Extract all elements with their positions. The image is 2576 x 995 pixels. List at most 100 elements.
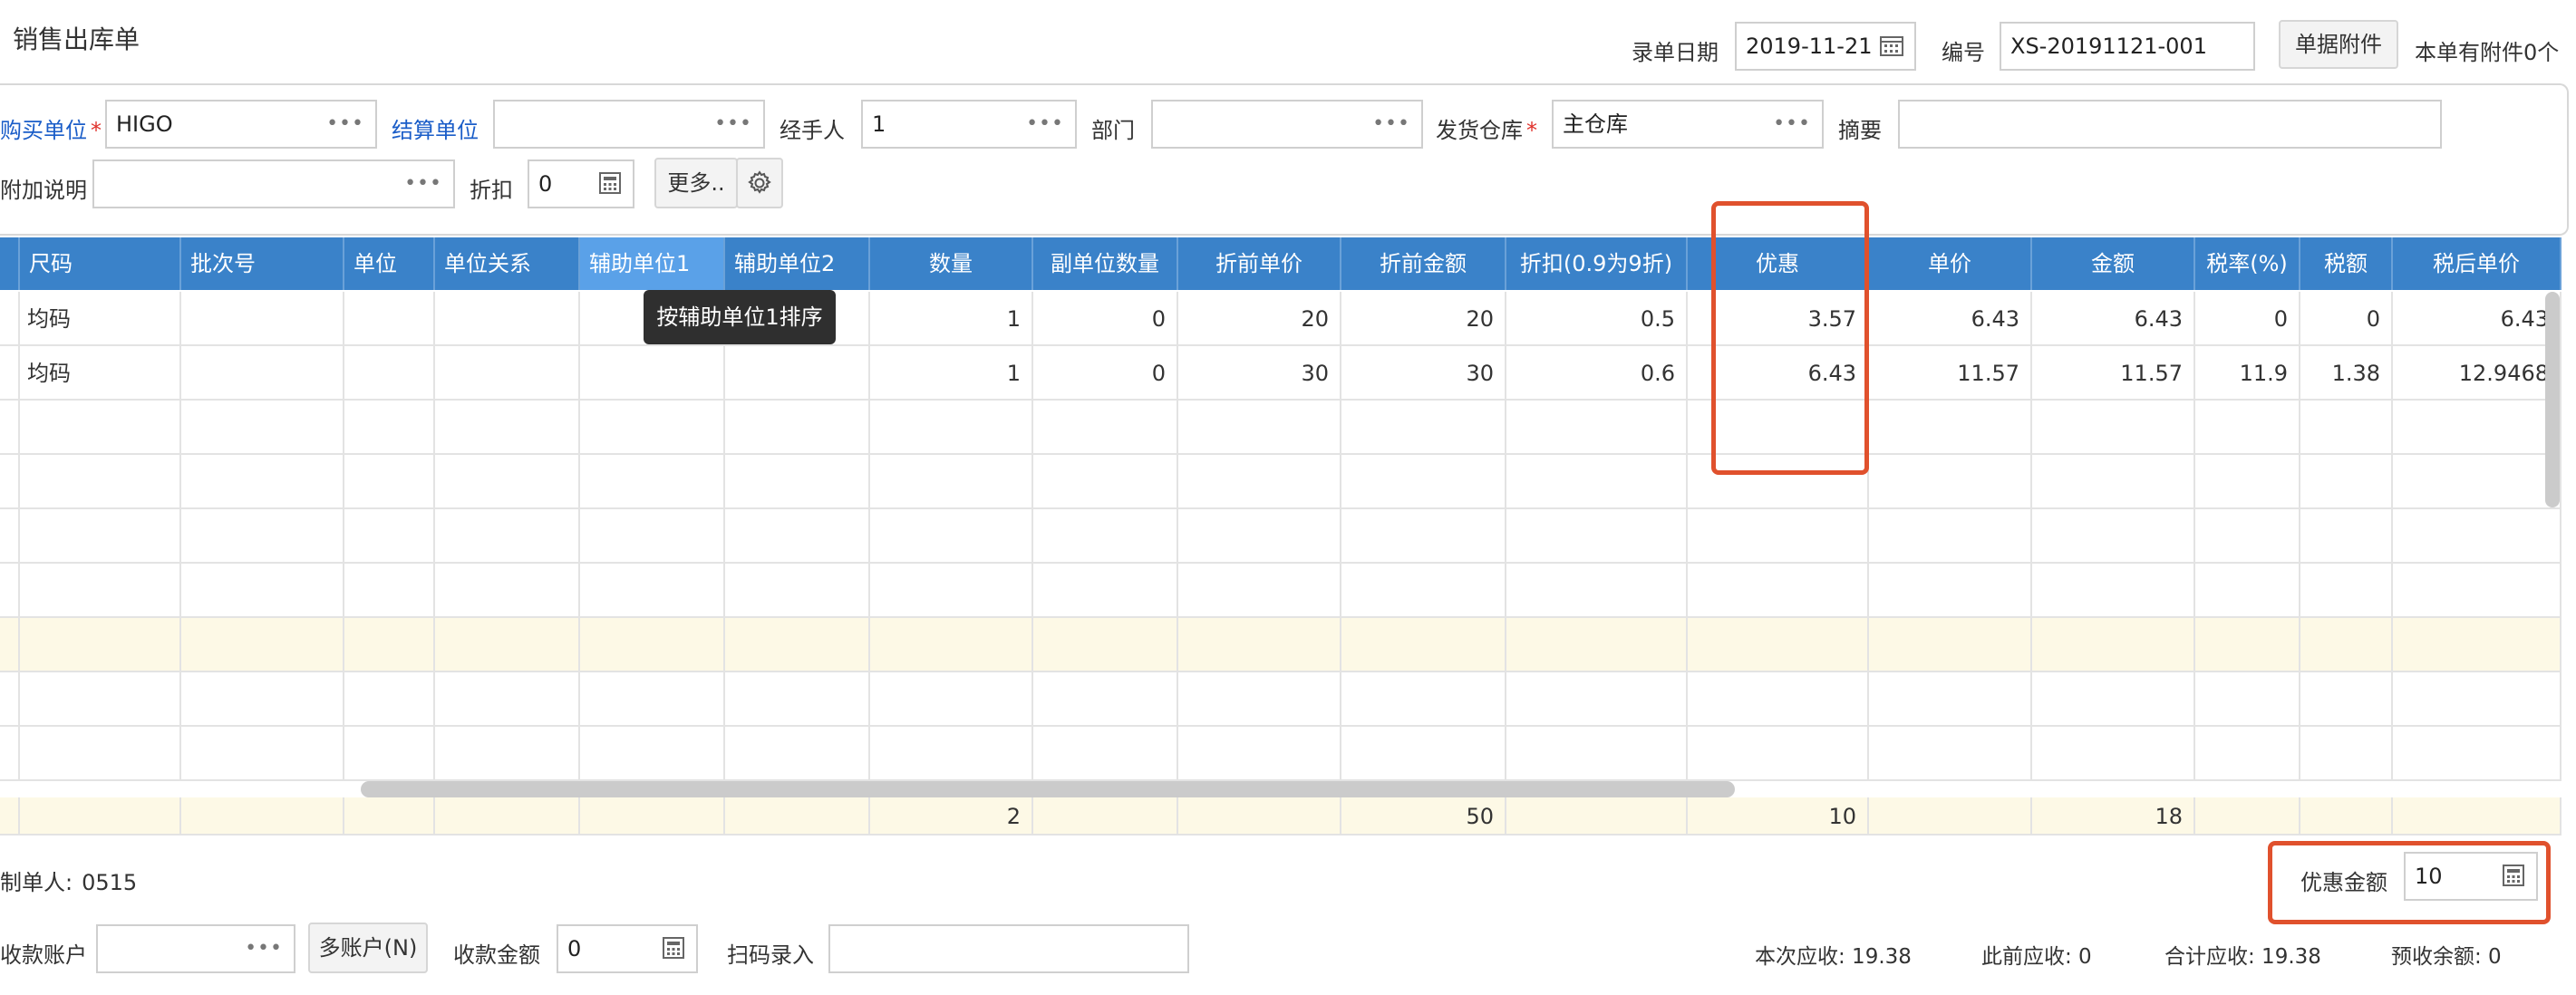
table-cell[interactable]	[181, 292, 344, 346]
table-cell[interactable]: 1	[870, 292, 1033, 346]
table-cell[interactable]: 11.9	[2195, 346, 2300, 401]
empty-cell[interactable]	[344, 455, 435, 509]
empty-cell[interactable]	[20, 727, 181, 781]
empty-cell[interactable]	[435, 455, 580, 509]
table-cell[interactable]: 20	[1341, 292, 1506, 346]
calculator-icon[interactable]	[662, 937, 685, 959]
empty-cell[interactable]	[1178, 672, 1341, 727]
column-header[interactable]: 辅助单位2	[725, 237, 870, 290]
empty-cell[interactable]	[580, 401, 725, 455]
empty-cell[interactable]	[1869, 564, 2032, 618]
table-cell[interactable]: 0	[1033, 346, 1178, 401]
column-header[interactable]: 副单位数量	[1033, 237, 1178, 290]
more-dots-icon[interactable]: •••	[404, 161, 442, 207]
more-dots-icon[interactable]: •••	[714, 101, 752, 147]
empty-cell[interactable]	[2195, 455, 2300, 509]
account-field[interactable]: •••	[96, 924, 295, 973]
empty-cell[interactable]	[181, 401, 344, 455]
empty-cell[interactable]	[725, 509, 870, 564]
empty-cell[interactable]	[1341, 564, 1506, 618]
table-cell[interactable]: 12.9468	[2393, 346, 2561, 401]
empty-cell[interactable]	[2032, 401, 2195, 455]
empty-cell[interactable]	[2393, 564, 2561, 618]
table-cell[interactable]: 1	[870, 346, 1033, 401]
more-dots-icon[interactable]: •••	[1026, 101, 1064, 147]
empty-cell[interactable]	[1341, 727, 1506, 781]
table-cell[interactable]	[580, 346, 725, 401]
empty-cell[interactable]	[20, 509, 181, 564]
empty-cell[interactable]	[1506, 509, 1688, 564]
empty-cell[interactable]	[1033, 401, 1178, 455]
empty-cell[interactable]	[2195, 509, 2300, 564]
empty-cell[interactable]	[2393, 509, 2561, 564]
empty-cell[interactable]	[1178, 455, 1341, 509]
receive-amount-field[interactable]: 0	[557, 924, 698, 973]
empty-cell[interactable]	[870, 618, 1033, 672]
empty-cell[interactable]	[2195, 401, 2300, 455]
column-header[interactable]: 单价	[1869, 237, 2032, 290]
empty-cell[interactable]	[2195, 672, 2300, 727]
empty-cell[interactable]	[1506, 455, 1688, 509]
settle-field[interactable]: •••	[493, 100, 765, 149]
more-dots-icon[interactable]: •••	[1773, 101, 1811, 147]
empty-cell[interactable]	[2300, 455, 2393, 509]
horizontal-scrollbar[interactable]	[361, 781, 1735, 797]
warehouse-field[interactable]: 主仓库 •••	[1552, 100, 1824, 149]
empty-cell[interactable]	[1688, 727, 1869, 781]
empty-cell[interactable]	[870, 564, 1033, 618]
empty-cell[interactable]	[2393, 618, 2561, 672]
empty-cell[interactable]	[725, 564, 870, 618]
empty-cell[interactable]	[2300, 672, 2393, 727]
empty-cell[interactable]	[2195, 564, 2300, 618]
calculator-icon[interactable]	[2502, 865, 2525, 886]
empty-cell[interactable]	[1506, 727, 1688, 781]
settings-button[interactable]	[736, 158, 783, 208]
table-cell[interactable]: 1.38	[2300, 346, 2393, 401]
vertical-scrollbar[interactable]	[2545, 292, 2560, 507]
empty-cell[interactable]	[1341, 618, 1506, 672]
table-cell[interactable]	[344, 346, 435, 401]
empty-cell[interactable]	[344, 564, 435, 618]
more-dots-icon[interactable]: •••	[1372, 101, 1410, 147]
empty-cell[interactable]	[1869, 509, 2032, 564]
empty-cell[interactable]	[1869, 455, 2032, 509]
table-cell[interactable]: 20	[1178, 292, 1341, 346]
table-cell[interactable]: 11.57	[2032, 346, 2195, 401]
empty-cell[interactable]	[2195, 618, 2300, 672]
table-cell[interactable]: 30	[1178, 346, 1341, 401]
empty-cell[interactable]	[344, 618, 435, 672]
empty-cell[interactable]	[2032, 509, 2195, 564]
column-header[interactable]: 税率(%)	[2195, 237, 2300, 290]
empty-cell[interactable]	[725, 401, 870, 455]
empty-cell[interactable]	[2032, 564, 2195, 618]
empty-cell[interactable]	[580, 727, 725, 781]
empty-cell[interactable]	[2195, 727, 2300, 781]
empty-cell[interactable]	[181, 672, 344, 727]
column-header[interactable]: 税额	[2300, 237, 2393, 290]
table-cell[interactable]: 6.43	[2032, 292, 2195, 346]
empty-cell[interactable]	[2300, 727, 2393, 781]
empty-cell[interactable]	[580, 564, 725, 618]
empty-cell[interactable]	[1178, 509, 1341, 564]
buyer-field[interactable]: HIGO •••	[105, 100, 377, 149]
empty-cell[interactable]	[1869, 618, 2032, 672]
empty-cell[interactable]	[870, 727, 1033, 781]
empty-cell[interactable]	[725, 672, 870, 727]
empty-cell[interactable]	[870, 455, 1033, 509]
more-dots-icon[interactable]: •••	[326, 101, 364, 147]
empty-cell[interactable]	[344, 672, 435, 727]
empty-cell[interactable]	[344, 401, 435, 455]
empty-cell[interactable]	[181, 455, 344, 509]
empty-cell[interactable]	[435, 727, 580, 781]
table-cell[interactable]	[435, 346, 580, 401]
table-cell[interactable]: 6.43	[2393, 292, 2561, 346]
empty-cell[interactable]	[181, 618, 344, 672]
empty-cell[interactable]	[1341, 401, 1506, 455]
handler-field[interactable]: 1 •••	[861, 100, 1077, 149]
empty-cell[interactable]	[1033, 455, 1178, 509]
empty-cell[interactable]	[870, 672, 1033, 727]
empty-cell[interactable]	[1506, 672, 1688, 727]
empty-cell[interactable]	[870, 401, 1033, 455]
empty-cell[interactable]	[435, 401, 580, 455]
empty-cell[interactable]	[1688, 509, 1869, 564]
